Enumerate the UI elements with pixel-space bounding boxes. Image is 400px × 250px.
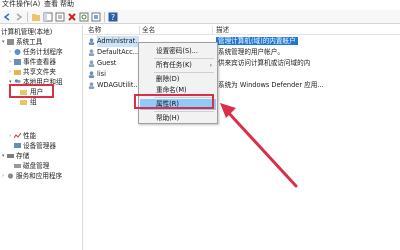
pointer-arrow xyxy=(220,103,298,188)
